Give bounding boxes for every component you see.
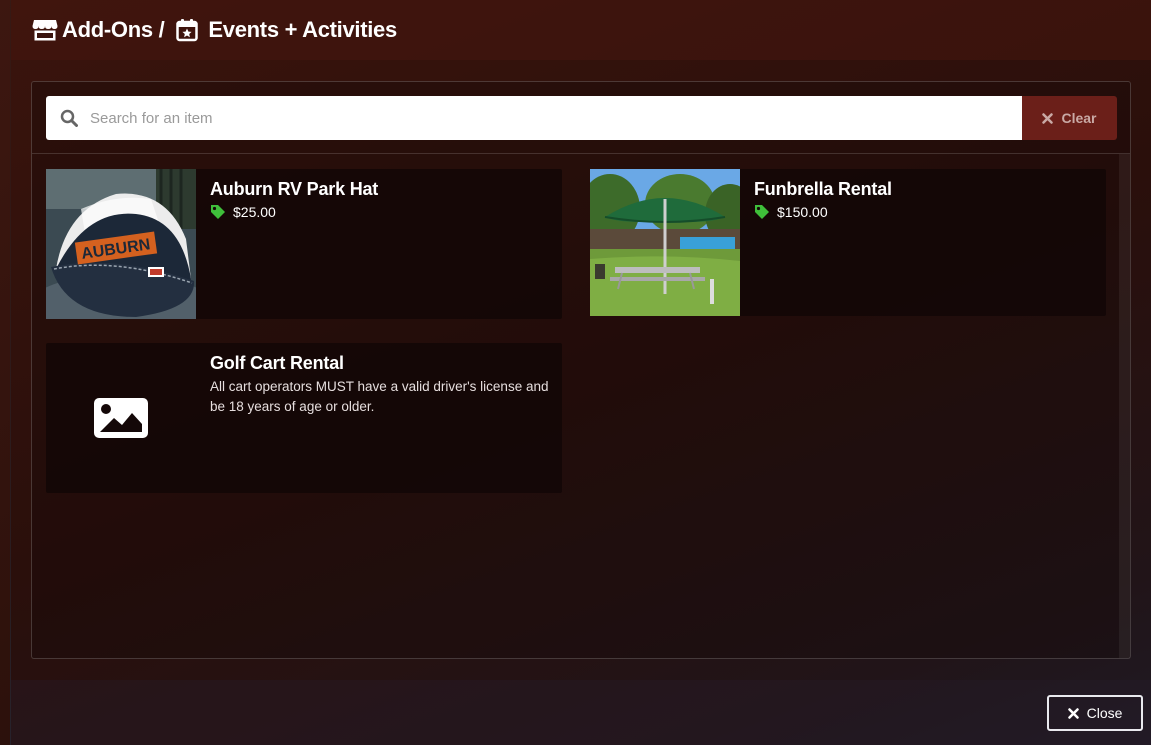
item-name: Funbrella Rental xyxy=(754,179,892,199)
item-image-placeholder xyxy=(46,343,196,493)
add-ons-modal: Add-Ons / Events + Activities Search for… xyxy=(10,0,1151,745)
item-info-funbrella: Funbrella Rental $150.00 xyxy=(740,169,906,316)
title-events-activities: Events + Activities xyxy=(208,17,397,42)
item-price-row: $25.00 xyxy=(210,204,378,220)
times-icon xyxy=(1067,707,1079,719)
item-description: All cart operators MUST have a valid dri… xyxy=(210,379,549,414)
modal-header: Add-Ons / Events + Activities xyxy=(11,0,1151,60)
modal-footer: Close xyxy=(11,680,1151,745)
scrollbar-track[interactable] xyxy=(1119,154,1130,658)
item-price: $25.00 xyxy=(233,204,276,220)
search-icon xyxy=(60,109,78,127)
search-divider xyxy=(32,153,1130,154)
image-placeholder-icon xyxy=(94,398,148,438)
item-info-golf-cart: Golf Cart Rental All cart operators MUST… xyxy=(196,343,564,493)
search-box xyxy=(46,96,1022,140)
tag-icon xyxy=(754,204,770,220)
store-icon xyxy=(32,18,58,42)
clear-button[interactable]: Clear xyxy=(1022,96,1117,140)
item-image-funbrella xyxy=(590,169,740,316)
times-icon xyxy=(1042,112,1054,124)
item-card-hat[interactable]: AUBURN Auburn RV Park Hat $25.00 xyxy=(46,169,562,319)
clear-button-label: Clear xyxy=(1061,110,1097,126)
item-card-golf-cart[interactable]: Golf Cart Rental All cart operators MUST… xyxy=(46,343,562,493)
item-card-funbrella[interactable]: Funbrella Rental $150.00 xyxy=(590,169,1106,316)
close-button-label: Close xyxy=(1086,705,1123,721)
modal-title: Add-Ons / Events + Activities xyxy=(32,17,397,43)
calendar-star-icon xyxy=(176,18,202,42)
tag-icon xyxy=(210,204,226,220)
item-name: Golf Cart Rental xyxy=(210,353,344,373)
modal-body: Clear xyxy=(31,81,1131,659)
item-image-hat: AUBURN xyxy=(46,169,196,319)
close-button[interactable]: Close xyxy=(1047,695,1143,731)
search-input[interactable] xyxy=(90,98,1022,138)
item-info-hat: Auburn RV Park Hat $25.00 xyxy=(196,169,392,319)
item-price-row: $150.00 xyxy=(754,204,892,220)
title-add-ons: Add-Ons / xyxy=(62,17,165,42)
item-name: Auburn RV Park Hat xyxy=(210,179,379,199)
search-row: Clear xyxy=(46,96,1117,140)
item-price: $150.00 xyxy=(777,204,828,220)
